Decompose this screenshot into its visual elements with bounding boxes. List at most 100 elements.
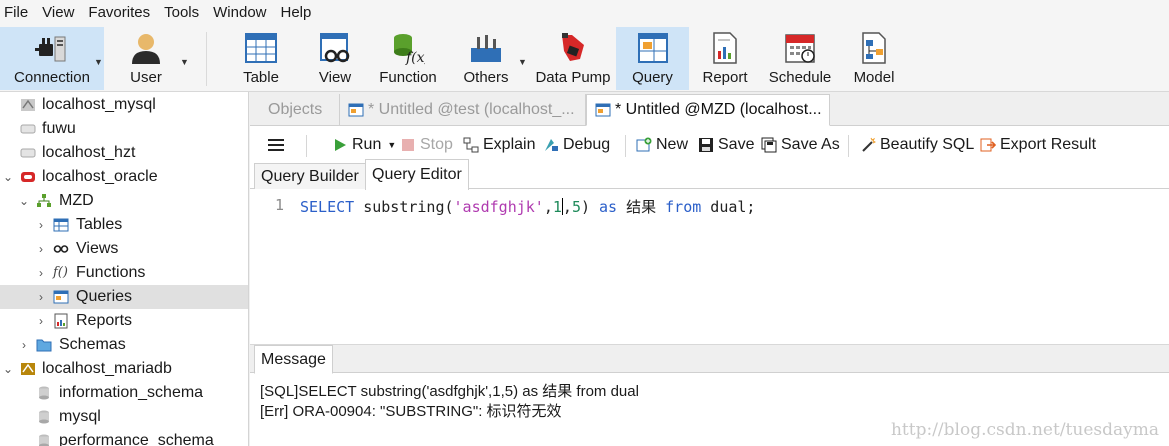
tree-item-schemas[interactable]: › Schemas — [0, 333, 248, 357]
query-button[interactable]: Query — [616, 27, 689, 90]
message-panel: Message [SQL]SELECT substring('asdfghjk'… — [250, 344, 1169, 446]
chevron-down-icon[interactable]: ▼ — [180, 57, 189, 67]
save-as-button[interactable]: Save As — [761, 135, 840, 155]
query-label: Query — [632, 69, 673, 86]
tree-item-functions[interactable]: › f() Functions — [0, 261, 248, 285]
tree-item-localhost-hzt[interactable]: localhost_hzt — [0, 141, 248, 165]
sql-number: 1 — [552, 198, 562, 216]
query-icon — [637, 33, 668, 63]
run-button[interactable]: Run ▼ — [332, 135, 396, 155]
sql-code-line[interactable]: SELECT substring('asdfghjk',1,5) as 结果 f… — [300, 196, 755, 217]
message-sql-line: [SQL]SELECT substring('asdfghjk',1,5) as… — [260, 383, 639, 400]
function-button[interactable]: f(x) Function — [372, 27, 444, 90]
tab-message[interactable]: Message — [254, 345, 333, 374]
tree-item-tables[interactable]: › Tables — [0, 213, 248, 237]
chevron-down-icon[interactable]: ▼ — [387, 140, 396, 150]
menu-window[interactable]: Window — [213, 4, 266, 21]
chevron-right-icon[interactable]: › — [36, 218, 46, 232]
view-icon — [320, 33, 350, 63]
chevron-right-icon[interactable]: › — [19, 338, 29, 352]
line-number-gutter: 1 — [250, 190, 294, 340]
report-icon — [54, 313, 68, 329]
tree-item-localhost-mariadb[interactable]: ⌄ localhost_mariadb — [0, 357, 248, 381]
mariadb-connection-icon — [21, 363, 35, 375]
chevron-down-icon[interactable]: ▼ — [94, 57, 103, 67]
tree-item-mysql[interactable]: mysql — [0, 405, 248, 429]
tree-item-performance-schema[interactable]: performance_schema — [0, 429, 248, 446]
chevron-down-icon[interactable]: ⌄ — [3, 170, 13, 184]
view-icon — [53, 245, 69, 253]
tree-item-information-schema[interactable]: information_schema — [0, 381, 248, 405]
table-button[interactable]: Table — [232, 27, 290, 90]
chevron-right-icon[interactable]: › — [36, 266, 46, 280]
toolbar-divider — [848, 135, 849, 157]
sql-keyword: from — [665, 198, 702, 216]
data-pump-label: Data Pump — [535, 69, 611, 86]
database-icon — [39, 410, 49, 424]
chevron-right-icon[interactable]: › — [36, 242, 46, 256]
sql-keyword: as — [599, 198, 618, 216]
report-icon — [713, 32, 737, 64]
chevron-down-icon[interactable]: ⌄ — [3, 362, 13, 376]
tree-item-localhost-oracle[interactable]: ⌄ localhost_oracle — [0, 165, 248, 189]
connection-button[interactable]: Connection ▼ — [0, 27, 104, 90]
data-pump-icon — [562, 33, 584, 61]
menu-help[interactable]: Help — [281, 4, 312, 21]
sql-function: substring( — [354, 198, 454, 216]
menu-view[interactable]: View — [42, 4, 74, 21]
save-button[interactable]: Save — [698, 135, 754, 155]
others-button[interactable]: Others ▼ — [456, 27, 527, 90]
tab-untitled-mzd[interactable]: * Untitled @MZD (localhost... — [586, 94, 830, 126]
toolbar-divider — [306, 135, 307, 157]
debug-button[interactable]: Debug — [543, 135, 610, 155]
stop-button[interactable]: Stop — [400, 135, 453, 155]
menu-favorites[interactable]: Favorites — [88, 4, 150, 21]
sql-table: dual; — [701, 198, 756, 216]
new-button[interactable]: New — [636, 135, 688, 155]
document-tabbar: Objects * Untitled @test (localhost_... … — [250, 92, 1169, 126]
chevron-right-icon[interactable]: › — [36, 290, 46, 304]
query-icon — [53, 290, 69, 304]
view-button[interactable]: View — [308, 27, 362, 90]
beautify-sql-button[interactable]: Beautify SQL — [860, 135, 974, 155]
connection-icon — [20, 148, 36, 158]
model-button[interactable]: Model — [846, 27, 902, 90]
chevron-down-icon[interactable]: ▼ — [518, 57, 527, 67]
others-icon — [471, 35, 501, 62]
hamburger-menu-button[interactable] — [268, 135, 284, 155]
tree-item-fuwu[interactable]: fuwu — [0, 117, 248, 141]
tree-item-localhost-mysql[interactable]: localhost_mysql — [0, 93, 248, 117]
menu-file[interactable]: File — [4, 4, 28, 21]
mysql-connection-icon — [21, 99, 35, 111]
query-icon — [348, 103, 364, 117]
tree-item-views[interactable]: › Views — [0, 237, 248, 261]
tab-query-editor[interactable]: Query Editor — [365, 159, 469, 190]
folder-icon — [36, 339, 52, 352]
magic-wand-icon — [862, 137, 876, 152]
user-icon — [132, 34, 160, 64]
sql-editor[interactable]: 1 SELECT substring('asdfghjk',1,5) as 结果… — [250, 190, 1169, 340]
tree-item-mzd[interactable]: ⌄ MZD — [0, 189, 248, 213]
report-button[interactable]: Report — [696, 27, 754, 90]
sql-keyword: SELECT — [300, 198, 355, 216]
schedule-button[interactable]: Schedule — [764, 27, 836, 90]
schema-icon — [37, 194, 51, 207]
chevron-down-icon[interactable]: ⌄ — [19, 194, 29, 208]
database-icon — [39, 434, 49, 446]
user-button[interactable]: User ▼ — [118, 27, 190, 90]
tree-item-reports[interactable]: › Reports — [0, 309, 248, 333]
chevron-right-icon[interactable]: › — [36, 314, 46, 328]
query-subtabs: Query Builder Query Editor — [250, 159, 1169, 190]
data-pump-button[interactable]: Data Pump — [530, 27, 616, 90]
tab-untitled-test[interactable]: * Untitled @test (localhost_... — [340, 94, 586, 126]
tab-query-builder[interactable]: Query Builder — [254, 163, 366, 189]
tab-objects[interactable]: Objects — [254, 94, 340, 126]
plug-icon — [35, 36, 66, 62]
explain-button[interactable]: Explain — [463, 135, 535, 155]
tree-item-queries[interactable]: › Queries — [0, 285, 248, 309]
toolbar-divider — [625, 135, 626, 157]
sql-number: 5 — [571, 198, 581, 216]
menu-tools[interactable]: Tools — [164, 4, 199, 21]
new-query-icon — [636, 137, 652, 152]
export-result-button[interactable]: Export Result — [980, 135, 1096, 155]
